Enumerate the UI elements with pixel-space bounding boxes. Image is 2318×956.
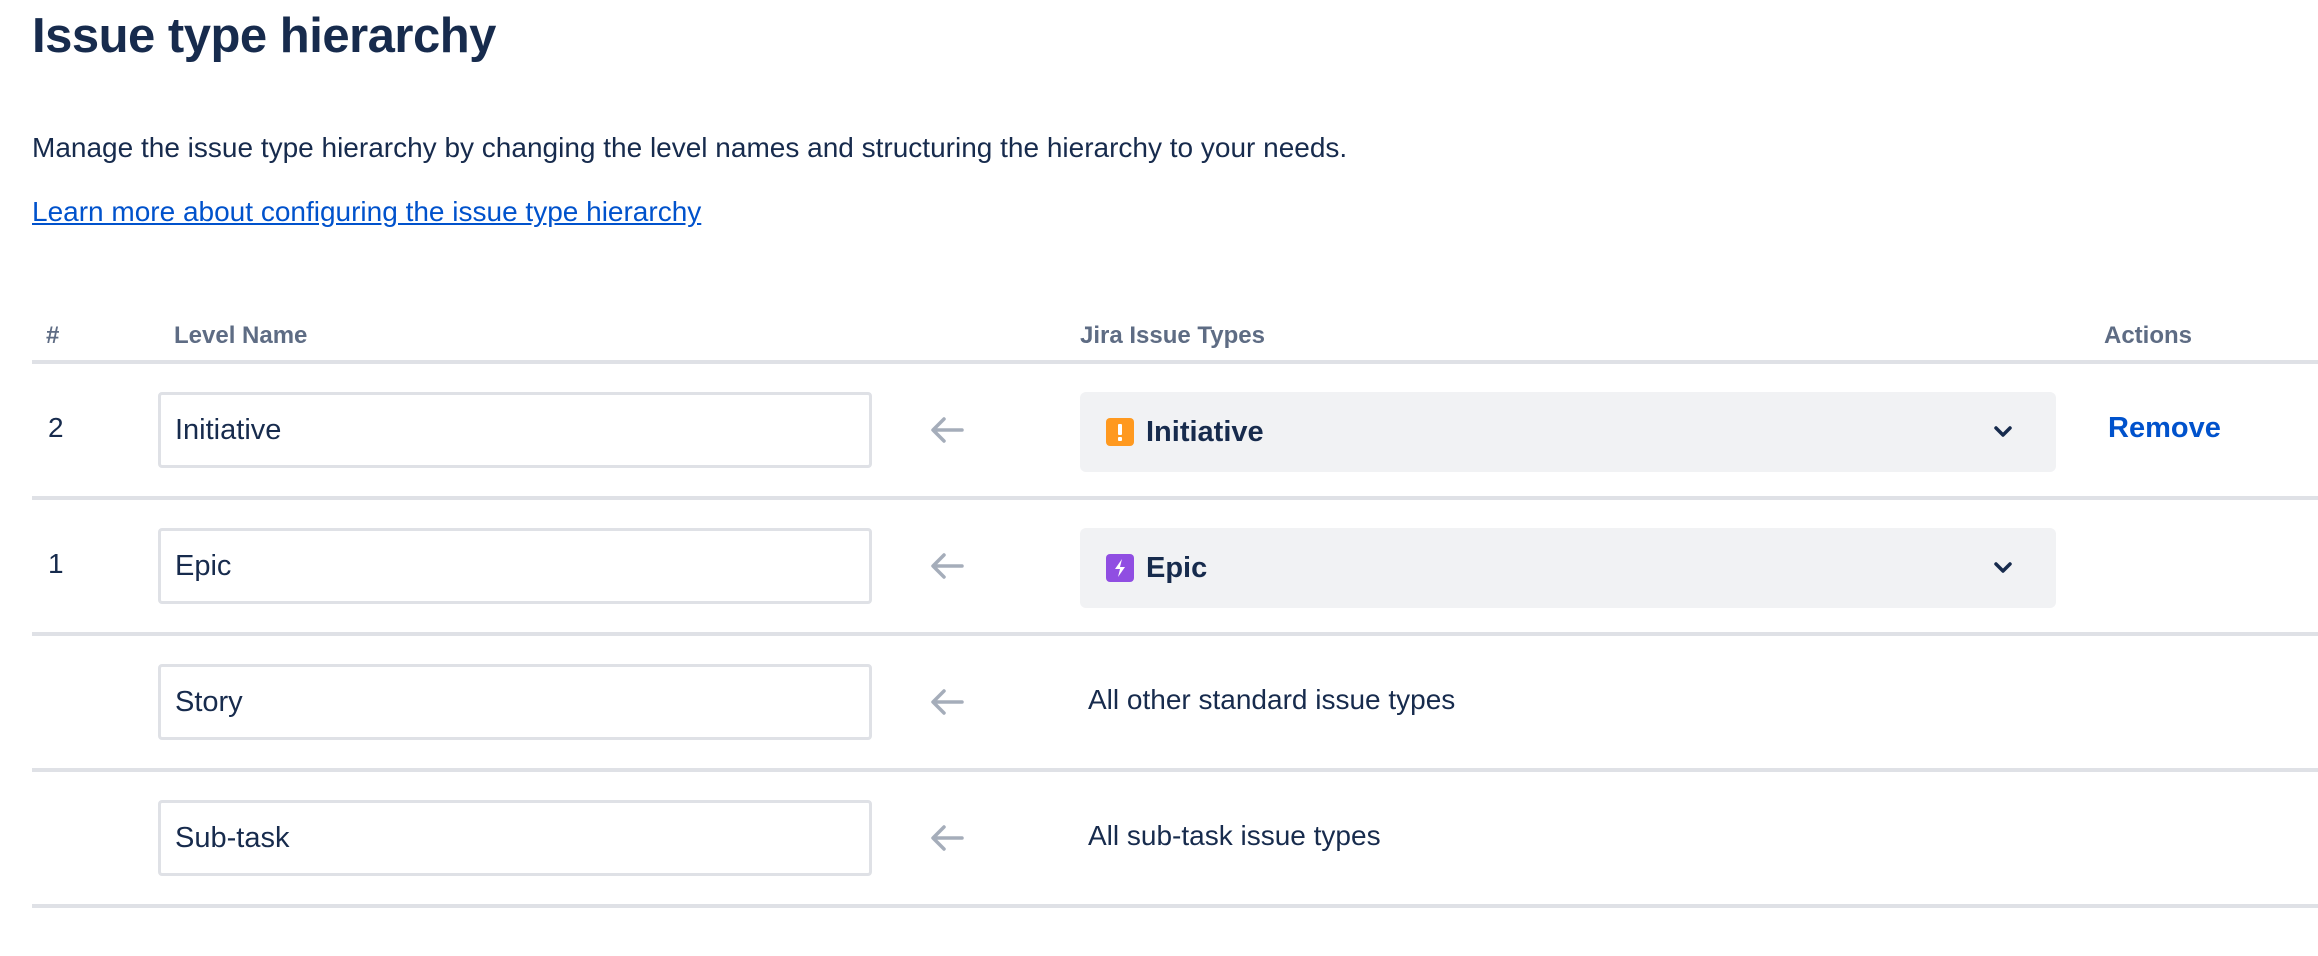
column-header-issue-types: Jira Issue Types [1080,322,1265,349]
level-number: 1 [48,548,64,579]
arrow-left-icon [931,689,964,715]
level-number: 2 [48,412,64,443]
learn-more-link[interactable]: Learn more about configuring the issue t… [32,194,701,230]
chevron-down-icon [1994,426,2012,437]
arrow-left-icon [931,417,964,443]
table-header: # Level Name Jira Issue Types Actions [32,316,2318,364]
issue-types-text: All other standard issue types [1088,684,1456,715]
issue-type-label: Initiative [1146,415,1264,448]
page-title: Issue type hierarchy [32,9,496,63]
column-header-level-name: Level Name [174,322,308,349]
remove-button[interactable]: Remove [2108,412,2221,445]
column-header-actions: Actions [2104,322,2193,349]
table-row: 2 Initiative Remove [32,364,2318,500]
level-name-input[interactable] [158,392,872,468]
issue-type-label: Epic [1146,551,1208,584]
arrow-left-icon [931,825,964,851]
column-header-number: # [46,322,60,349]
issue-type-select[interactable]: Epic [1080,528,2056,608]
table-row: All other standard issue types [32,636,2318,772]
chevron-down-icon [1994,562,2012,573]
level-name-input[interactable] [158,800,872,876]
level-name-input[interactable] [158,664,872,740]
table-row: All sub-task issue types [32,772,2318,908]
initiative-icon [1106,418,1134,446]
hierarchy-table: # Level Name Jira Issue Types Actions 2 … [32,316,2318,908]
table-row: 1 Epic [32,500,2318,636]
level-name-input[interactable] [158,528,872,604]
issue-types-text: All sub-task issue types [1088,820,1381,851]
epic-icon [1106,554,1134,582]
arrow-left-icon [931,553,964,579]
issue-type-select[interactable]: Initiative [1080,392,2056,472]
page-description: Manage the issue type hierarchy by chang… [32,132,1348,163]
